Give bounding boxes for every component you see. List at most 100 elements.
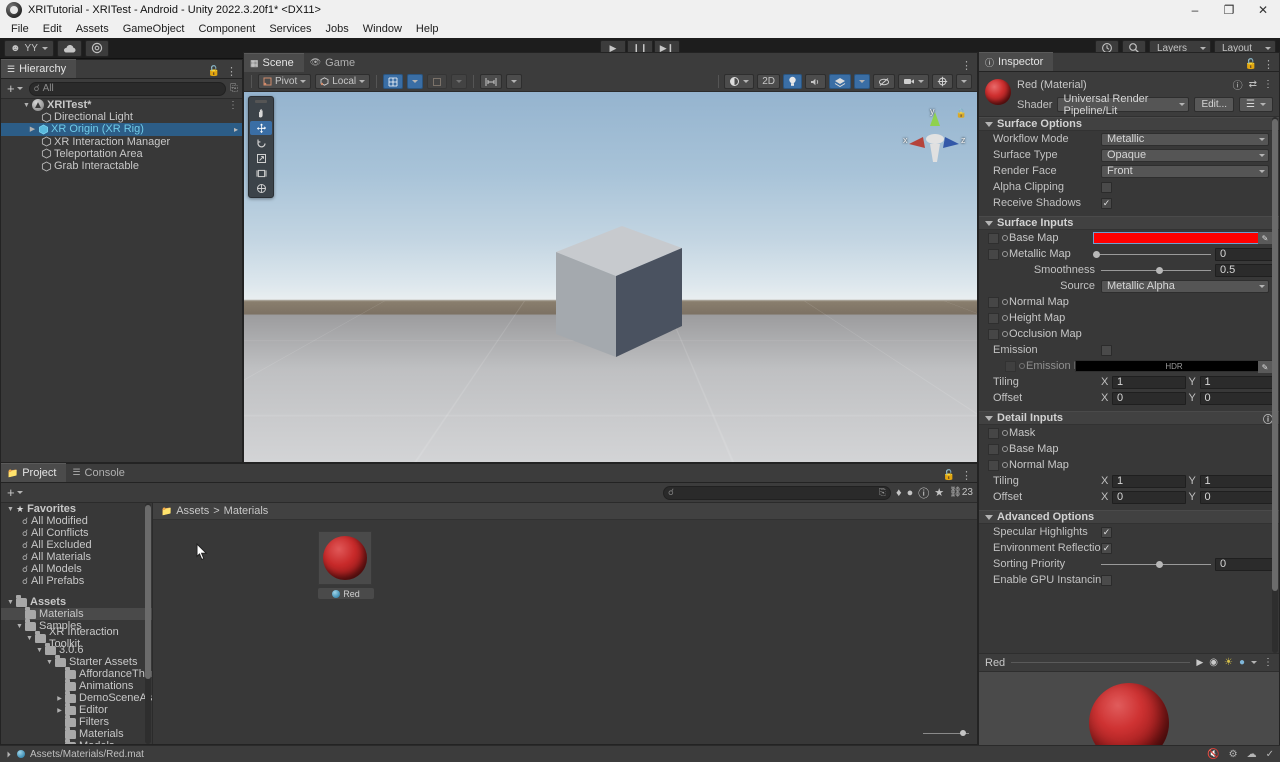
rect-tool-button[interactable]: [250, 166, 272, 180]
breadcrumb-materials[interactable]: Materials: [224, 505, 269, 517]
gizmos-button[interactable]: [932, 74, 953, 89]
assets-root-row[interactable]: ▼ Assets: [1, 595, 152, 608]
settings-button[interactable]: [84, 39, 109, 57]
palette-grip[interactable]: [255, 100, 267, 103]
preview-shape-icon[interactable]: ◉: [1209, 657, 1218, 668]
snap-button[interactable]: [427, 74, 448, 89]
filter-by-label-icon[interactable]: ●: [907, 487, 914, 499]
chevron-down-icon[interactable]: [1251, 661, 1257, 664]
tree-row-xr-interaction-toolkit[interactable]: ▼ XR Interaction Toolkit: [1, 626, 152, 650]
scene-camera-button[interactable]: [898, 74, 929, 89]
favorite-all-conflicts[interactable]: ☌ All Conflicts: [1, 527, 152, 539]
scene-lighting-button[interactable]: [783, 74, 802, 89]
emission-hdr-swatch[interactable]: HDR ✎: [1074, 360, 1273, 373]
sorting-priority-field[interactable]: 0: [1215, 557, 1273, 571]
surface-type-dropdown[interactable]: Opaque: [1101, 148, 1269, 162]
close-button[interactable]: ✕: [1246, 0, 1280, 20]
project-search-input[interactable]: ☌ ⎘: [663, 485, 892, 500]
account-button[interactable]: ☻ YY: [4, 39, 54, 57]
scene-audio-button[interactable]: [805, 74, 826, 89]
inspector-scrollbar[interactable]: [1272, 117, 1278, 653]
toggle-2d-button[interactable]: 2D: [757, 74, 780, 89]
more-menu-icon[interactable]: ⋮: [1263, 657, 1273, 668]
eyedropper-icon[interactable]: ✎: [1258, 232, 1272, 244]
preset-icon[interactable]: ⇄: [1249, 79, 1257, 90]
hierarchy-row-xr-origin[interactable]: ▶ XR Origin (XR Rig) ▸: [1, 123, 242, 136]
eyedropper-icon[interactable]: ✎: [1258, 361, 1272, 373]
render-face-dropdown[interactable]: Front: [1101, 164, 1269, 178]
favorites-header-row[interactable]: ▼ ★ Favorites: [1, 503, 152, 515]
preview-play-icon[interactable]: ▶: [1196, 657, 1203, 668]
smoothness-value-field[interactable]: 0.5: [1215, 263, 1273, 277]
asset-thumbnail[interactable]: [318, 531, 372, 585]
chevron-right-icon[interactable]: ▶: [54, 695, 65, 702]
minimize-button[interactable]: –: [1178, 0, 1212, 20]
section-surface-options[interactable]: Surface Options: [979, 117, 1279, 131]
more-menu-icon[interactable]: ⋮: [961, 469, 972, 482]
source-dropdown[interactable]: Metallic Alpha: [1101, 279, 1269, 293]
scene-fx-button[interactable]: [829, 74, 851, 89]
texture-slot[interactable]: [988, 443, 999, 455]
chevron-down-icon[interactable]: [7, 751, 11, 757]
chevron-down-icon[interactable]: ▼: [5, 506, 16, 513]
status-ok-icon[interactable]: ✓: [1266, 749, 1274, 760]
chevron-right-icon[interactable]: ▸: [234, 125, 242, 134]
texture-slot[interactable]: [988, 232, 999, 244]
menu-file[interactable]: File: [4, 22, 36, 36]
scale-tool-button[interactable]: [250, 151, 272, 165]
more-menu-icon[interactable]: ⋮: [961, 59, 972, 72]
chevron-right-icon[interactable]: ▶: [27, 125, 38, 133]
inspector-body[interactable]: Surface Options Workflow Mode Metallic S…: [979, 117, 1279, 653]
menu-gameobject[interactable]: GameObject: [116, 22, 192, 36]
tree-row-materials-sub[interactable]: Materials: [1, 727, 152, 740]
menu-jobs[interactable]: Jobs: [319, 22, 356, 36]
hierarchy-row-directional-light[interactable]: Directional Light: [1, 111, 242, 123]
lock-icon[interactable]: 🔓: [1245, 59, 1257, 70]
texture-slot[interactable]: [988, 248, 999, 260]
hierarchy-row-grab-interactable[interactable]: Grab Interactable: [1, 160, 242, 172]
tab-inspector[interactable]: ⓘ Inspector: [979, 52, 1054, 71]
texture-slot[interactable]: [988, 296, 999, 308]
section-surface-inputs[interactable]: Surface Inputs: [979, 216, 1279, 230]
texture-slot[interactable]: [988, 459, 999, 471]
snap-dropdown[interactable]: [451, 74, 468, 89]
grid-dropdown[interactable]: [407, 74, 424, 89]
filter-info-icon[interactable]: ⓘ: [918, 485, 929, 501]
local-dropdown[interactable]: Local: [315, 74, 371, 89]
align-button[interactable]: [480, 74, 503, 89]
save-search-icon[interactable]: ⎘: [879, 487, 886, 498]
tree-row-demo-scene-assets[interactable]: ▶ DemoSceneAss: [1, 691, 152, 704]
gpu-instancing-checkbox[interactable]: [1101, 574, 1112, 586]
more-menu-icon[interactable]: ⋮: [226, 65, 237, 78]
detail-offset-x-field[interactable]: 0: [1112, 490, 1186, 504]
tab-game[interactable]: 👁 Game: [304, 53, 365, 72]
shading-mode-dropdown[interactable]: [724, 74, 755, 89]
tab-console[interactable]: ☰ Console: [66, 463, 134, 482]
favorite-all-materials[interactable]: ☌ All Materials: [1, 551, 152, 563]
detail-tiling-y-field[interactable]: 1: [1199, 474, 1273, 488]
hierarchy-row-teleportation-area[interactable]: Teleportation Area: [1, 148, 242, 160]
chevron-down-icon[interactable]: ▼: [5, 599, 16, 606]
pivot-dropdown[interactable]: Pivot: [258, 74, 312, 89]
edit-shader-button[interactable]: Edit...: [1194, 97, 1235, 112]
favorite-all-modified[interactable]: ☌ All Modified: [1, 515, 152, 527]
tree-row-animations[interactable]: Animations: [1, 679, 152, 692]
chevron-down-icon[interactable]: ▼: [21, 102, 32, 109]
tree-row-editor[interactable]: ▶ Editor: [1, 703, 152, 716]
tab-project[interactable]: 📁 Project: [1, 463, 67, 482]
maximize-button[interactable]: ❐: [1212, 0, 1246, 20]
collab-icon[interactable]: ⚙: [1229, 749, 1238, 760]
lock-icon[interactable]: 🔓: [943, 470, 955, 481]
thumbnail-size-slider[interactable]: [923, 728, 969, 738]
tiling-x-field[interactable]: 1: [1112, 375, 1186, 389]
menu-assets[interactable]: Assets: [69, 22, 116, 36]
hierarchy-search-input[interactable]: ☌ All: [28, 81, 226, 96]
gizmos-dropdown[interactable]: [956, 74, 972, 89]
align-dropdown[interactable]: [506, 74, 523, 89]
menu-services[interactable]: Services: [262, 22, 318, 36]
detail-tiling-x-field[interactable]: 1: [1112, 474, 1186, 488]
create-asset-button[interactable]: +: [5, 485, 25, 500]
hierarchy-search-save-icon[interactable]: ⎘: [230, 83, 238, 94]
tab-hierarchy[interactable]: ☰ Hierarchy: [1, 59, 77, 78]
hand-tool-button[interactable]: [250, 106, 272, 120]
